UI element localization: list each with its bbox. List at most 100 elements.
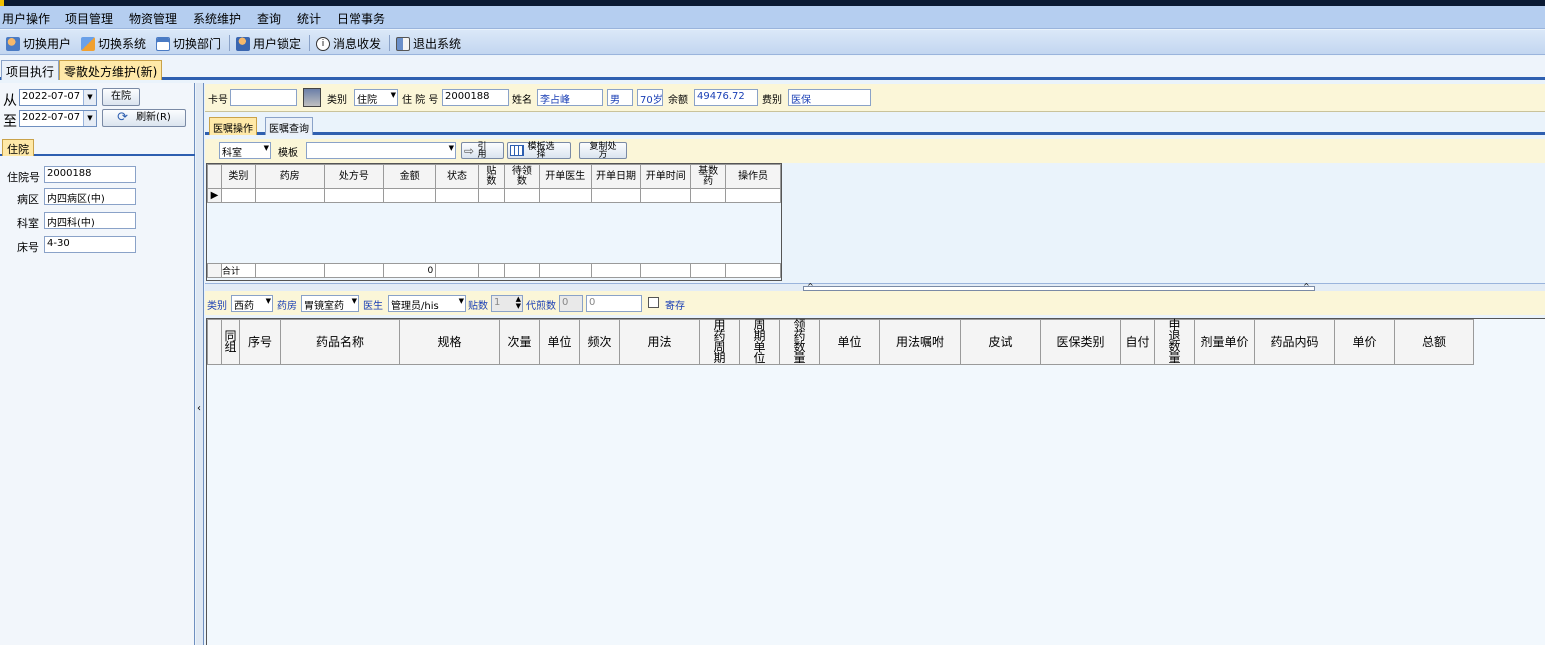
chevron-down-icon[interactable]: ▼	[351, 297, 357, 305]
chevron-down-icon[interactable]: ▼	[266, 297, 271, 305]
col-header[interactable]: 自付	[1120, 319, 1155, 365]
dept-select-value: 科室	[222, 148, 242, 159]
to-date-picker[interactable]: 2022-07-07 ▼	[19, 110, 97, 127]
user-lock-icon	[236, 36, 250, 51]
col-header[interactable]: 用药周期	[699, 319, 740, 365]
col-header[interactable]: 开单日期	[590, 164, 642, 189]
col-header[interactable]: 基数药	[690, 164, 727, 189]
col-header[interactable]: 用法	[619, 319, 700, 365]
exit-button[interactable]: 退出系统	[396, 35, 461, 52]
chevron-down-icon[interactable]: ▼	[458, 297, 464, 305]
doses-stepper[interactable]: 1 ▲ ▼	[491, 295, 523, 312]
save-checkbox[interactable]	[648, 297, 659, 308]
col-header[interactable]: 单位	[539, 319, 580, 365]
switch-dept-button[interactable]: 切换部门	[156, 35, 221, 52]
chevron-up-icon[interactable]: ^	[807, 282, 814, 291]
switch-system-button[interactable]: 切换系统	[81, 35, 146, 52]
copy-prescription-button[interactable]: 复制处方	[579, 142, 627, 160]
col-header[interactable]: 规格	[399, 319, 500, 365]
col-header[interactable]: 处方号	[323, 164, 385, 189]
chevron-up-icon[interactable]: ^	[1303, 282, 1310, 291]
from-date-picker[interactable]: 2022-07-07 ▼	[19, 89, 97, 106]
from-label: 从	[3, 93, 17, 109]
col-header[interactable]: 金额	[383, 164, 437, 189]
menu-stats[interactable]: 统计	[297, 10, 321, 27]
category-select[interactable]: 西药 ▼	[231, 295, 273, 312]
col-header[interactable]: 同组	[221, 319, 240, 365]
cite-button[interactable]: ⇨ 引用	[461, 142, 504, 159]
col-header[interactable]: 总额	[1394, 319, 1474, 365]
col-header[interactable]: 序号	[239, 319, 281, 365]
spinner-icon[interactable]: ▲ ▼	[516, 296, 521, 310]
col-header[interactable]: 药品名称	[280, 319, 400, 365]
template-select[interactable]: ▼	[306, 142, 456, 159]
switch-user-button[interactable]: 切换用户	[6, 35, 71, 52]
menu-query[interactable]: 查询	[257, 10, 281, 27]
patient-info-row: 卡号 类别 住院 ▼ 住 院 号 2000188 姓名 李占峰 男 70岁 余额…	[205, 84, 1545, 112]
decoct-input[interactable]: 0	[586, 295, 642, 312]
fee-type-label: 费别	[762, 95, 782, 106]
chevron-down-icon[interactable]: ▼	[83, 90, 96, 105]
switch-system-icon	[81, 36, 95, 51]
col-header[interactable]: 频次	[579, 319, 620, 365]
chevron-left-icon[interactable]: ‹	[197, 403, 201, 414]
col-header[interactable]: 状态	[435, 164, 479, 189]
dept-select[interactable]: 科室 ▼	[219, 142, 271, 159]
col-header[interactable]: 待领数	[503, 164, 540, 189]
menu-project-mgmt[interactable]: 项目管理	[65, 10, 113, 27]
messages-button[interactable]: i 消息收发	[316, 35, 381, 52]
col-header[interactable]: 次量	[499, 319, 540, 365]
table-row[interactable]: ▶	[207, 188, 781, 203]
col-header[interactable]: 药房	[254, 164, 325, 189]
menu-daily[interactable]: 日常事务	[337, 10, 385, 27]
template-select-button[interactable]: 模板选择	[507, 142, 571, 159]
col-header[interactable]: 开单医生	[538, 164, 592, 189]
chevron-down-icon[interactable]: ▼	[264, 144, 269, 152]
chevron-down-icon[interactable]: ▼	[83, 111, 96, 126]
col-header[interactable]: 药品内码	[1254, 319, 1335, 365]
switch-dept-label: 切换部门	[173, 37, 222, 51]
tab-order-ops[interactable]: 医嘱操作	[209, 117, 257, 135]
admission-input[interactable]: 2000188	[442, 89, 509, 106]
col-header[interactable]: 周期单位	[739, 319, 780, 365]
refresh-button[interactable]: ⟳ 刷新(R)	[102, 109, 186, 127]
toolbar: 切换用户 切换系统 切换部门 用户锁定 i 消息收发 退出系统	[0, 30, 1545, 55]
tab-project-exec[interactable]: 项目执行	[1, 60, 60, 80]
doctor-select[interactable]: 管理员/his ▼	[388, 295, 466, 312]
vertical-splitter[interactable]: ‹	[196, 83, 204, 645]
dept-field[interactable]: 内四科(中)	[44, 212, 136, 229]
in-hospital-button[interactable]: 在院	[102, 88, 140, 106]
chevron-down-icon[interactable]: ▼	[391, 91, 396, 99]
card-input[interactable]	[230, 89, 297, 106]
menu-system-maint[interactable]: 系统维护	[193, 10, 241, 27]
menu-material-mgmt[interactable]: 物资管理	[129, 10, 177, 27]
doctor-value: 管理员/his	[391, 301, 439, 312]
save-label: 寄存	[665, 301, 685, 312]
col-header[interactable]: 贴数	[477, 164, 505, 189]
pharmacy-select[interactable]: 胃镜室药 ▼	[301, 295, 359, 312]
col-header[interactable]: 操作员	[725, 164, 781, 189]
type-select[interactable]: 住院 ▼	[354, 89, 398, 106]
tab-order-query[interactable]: 医嘱查询	[265, 117, 313, 135]
col-header[interactable]: 剂量单价	[1194, 319, 1255, 365]
menu-user-ops[interactable]: 用户操作	[2, 10, 50, 27]
col-header[interactable]: 单价	[1334, 319, 1395, 365]
col-header[interactable]: 用法嘱咐	[879, 319, 961, 365]
ward-field[interactable]: 内四病区(中)	[44, 188, 136, 205]
col-header[interactable]: 开单时间	[640, 164, 692, 189]
col-header[interactable]: 类别	[220, 164, 256, 189]
bed-field[interactable]: 4-30	[44, 236, 136, 253]
lock-user-button[interactable]: 用户锁定	[236, 35, 301, 52]
card-reader-icon[interactable]	[303, 88, 321, 107]
tab-inpatient[interactable]: 住院	[2, 139, 34, 156]
admission-no-field[interactable]: 2000188	[44, 166, 136, 183]
chevron-down-icon[interactable]: ▼	[449, 144, 454, 152]
col-header[interactable]: 皮试	[960, 319, 1041, 365]
horizontal-splitter[interactable]: ^ ^	[205, 282, 1545, 291]
col-header[interactable]: 医保类别	[1040, 319, 1121, 365]
col-header[interactable]: 申退数量	[1154, 319, 1195, 365]
col-header[interactable]: 单位	[819, 319, 880, 365]
doses-value: 1	[494, 297, 501, 308]
tab-scatter-prescription[interactable]: 零散处方维护(新)	[59, 60, 163, 80]
col-header[interactable]: 领药数量	[779, 319, 820, 365]
